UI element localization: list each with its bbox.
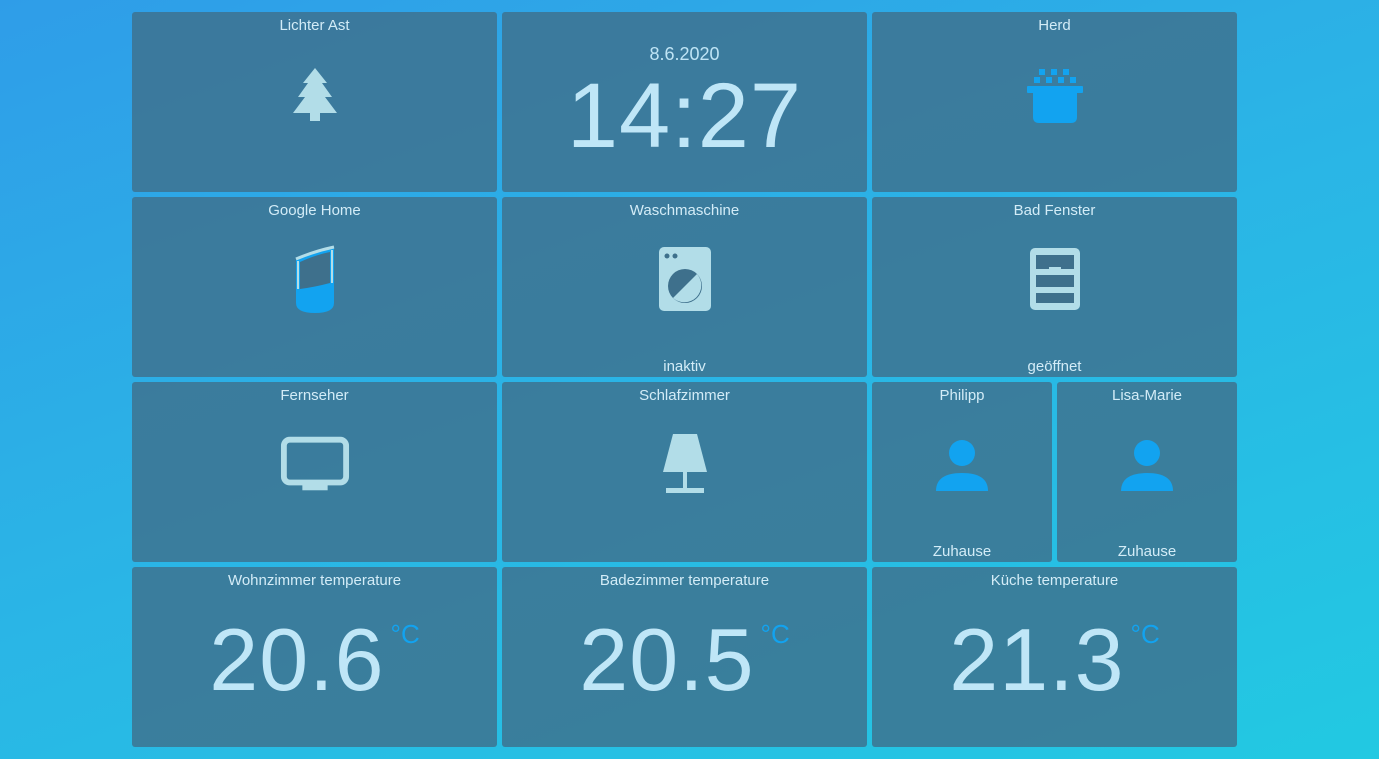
pine-tree-icon — [280, 60, 350, 130]
temperature-unit: °C — [390, 619, 420, 649]
tile-title: Waschmaschine — [629, 202, 740, 219]
dashboard-grid: Lichter Ast 8.6.2020 14:27 Herd Google H… — [132, 12, 1237, 747]
tile-fernseher[interactable]: Fernseher — [132, 382, 497, 562]
tile-title: Bad Fenster — [1013, 202, 1096, 219]
tile-title: Philipp — [939, 387, 985, 404]
tile-schlafzimmer[interactable]: Schlafzimmer — [502, 382, 867, 562]
temperature-value: 21.3 — [949, 610, 1125, 709]
smart-speaker-icon — [280, 245, 350, 315]
tile-state: Zuhause — [1117, 543, 1177, 560]
lamp-icon — [650, 430, 720, 500]
tile-title: Küche temperature — [990, 572, 1119, 589]
tile-clock: 8.6.2020 14:27 — [502, 12, 867, 192]
tile-title: Fernseher — [280, 387, 349, 404]
temperature-display: 21.3 °C — [872, 609, 1237, 711]
tile-google-home[interactable]: Google Home — [132, 197, 497, 377]
window-icon — [1020, 245, 1090, 315]
temperature-display: 20.5 °C — [502, 609, 867, 711]
tile-herd[interactable]: Herd — [872, 12, 1237, 192]
clock-time: 14:27 — [566, 65, 803, 167]
tile-lisa-marie[interactable]: Lisa-Marie Zuhause — [1057, 382, 1237, 562]
tile-temp-badezimmer[interactable]: Badezimmer temperature 20.5 °C — [502, 567, 867, 747]
washing-machine-icon — [650, 245, 720, 315]
tile-philipp[interactable]: Philipp Zuhause — [872, 382, 1052, 562]
tv-icon — [280, 430, 350, 500]
person-icon — [1112, 430, 1182, 500]
tile-temp-wohnzimmer[interactable]: Wohnzimmer temperature 20.6 °C — [132, 567, 497, 747]
temperature-display: 20.6 °C — [132, 609, 497, 711]
tile-lichter-ast[interactable]: Lichter Ast — [132, 12, 497, 192]
tile-bad-fenster[interactable]: Bad Fenster geöffnet — [872, 197, 1237, 377]
tile-state: Zuhause — [932, 543, 992, 560]
tile-temp-kueche[interactable]: Küche temperature 21.3 °C — [872, 567, 1237, 747]
tile-title: Lisa-Marie — [1111, 387, 1183, 404]
tile-title: Wohnzimmer temperature — [227, 572, 402, 589]
tile-waschmaschine[interactable]: Waschmaschine inaktiv — [502, 197, 867, 377]
person-icon — [927, 430, 997, 500]
temperature-unit: °C — [760, 619, 790, 649]
temperature-value: 20.6 — [209, 610, 385, 709]
tile-title: Herd — [1038, 17, 1071, 34]
tile-title: Schlafzimmer — [639, 387, 730, 404]
clock-date: 8.6.2020 — [649, 44, 720, 64]
temperature-unit: °C — [1130, 619, 1160, 649]
tile-title: Lichter Ast — [279, 17, 350, 34]
tile-state: inaktiv — [663, 358, 706, 375]
tile-state: geöffnet — [1027, 358, 1082, 375]
tile-title: Badezimmer temperature — [599, 572, 770, 589]
tile-title: Google Home — [268, 202, 361, 219]
temperature-value: 20.5 — [579, 610, 755, 709]
cooking-pot-icon — [1020, 60, 1090, 130]
